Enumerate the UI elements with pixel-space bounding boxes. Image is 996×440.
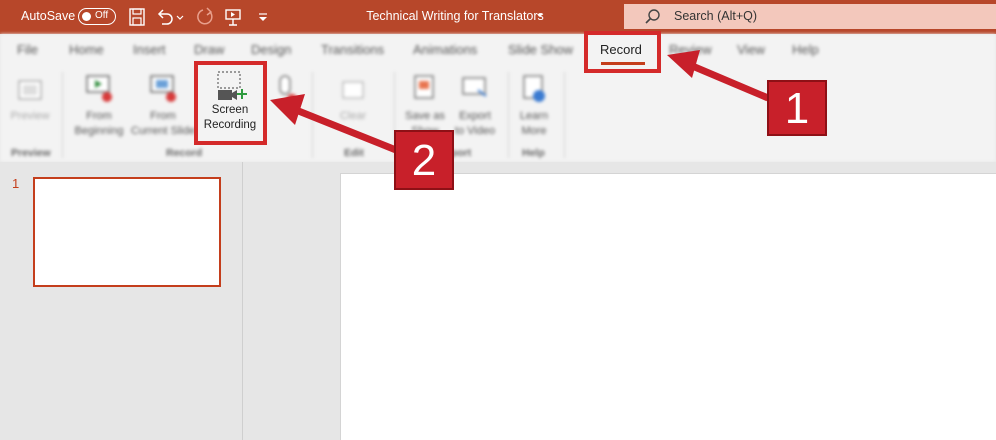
- callout-2: 2: [394, 130, 454, 190]
- powerpoint-window: AutoSave Off Technical Writing for Trans…: [0, 0, 996, 440]
- annotation-arrows: [270, 50, 770, 154]
- callout-1: 1: [767, 80, 827, 136]
- arrow-2: [270, 94, 398, 154]
- arrow-1: [667, 50, 770, 102]
